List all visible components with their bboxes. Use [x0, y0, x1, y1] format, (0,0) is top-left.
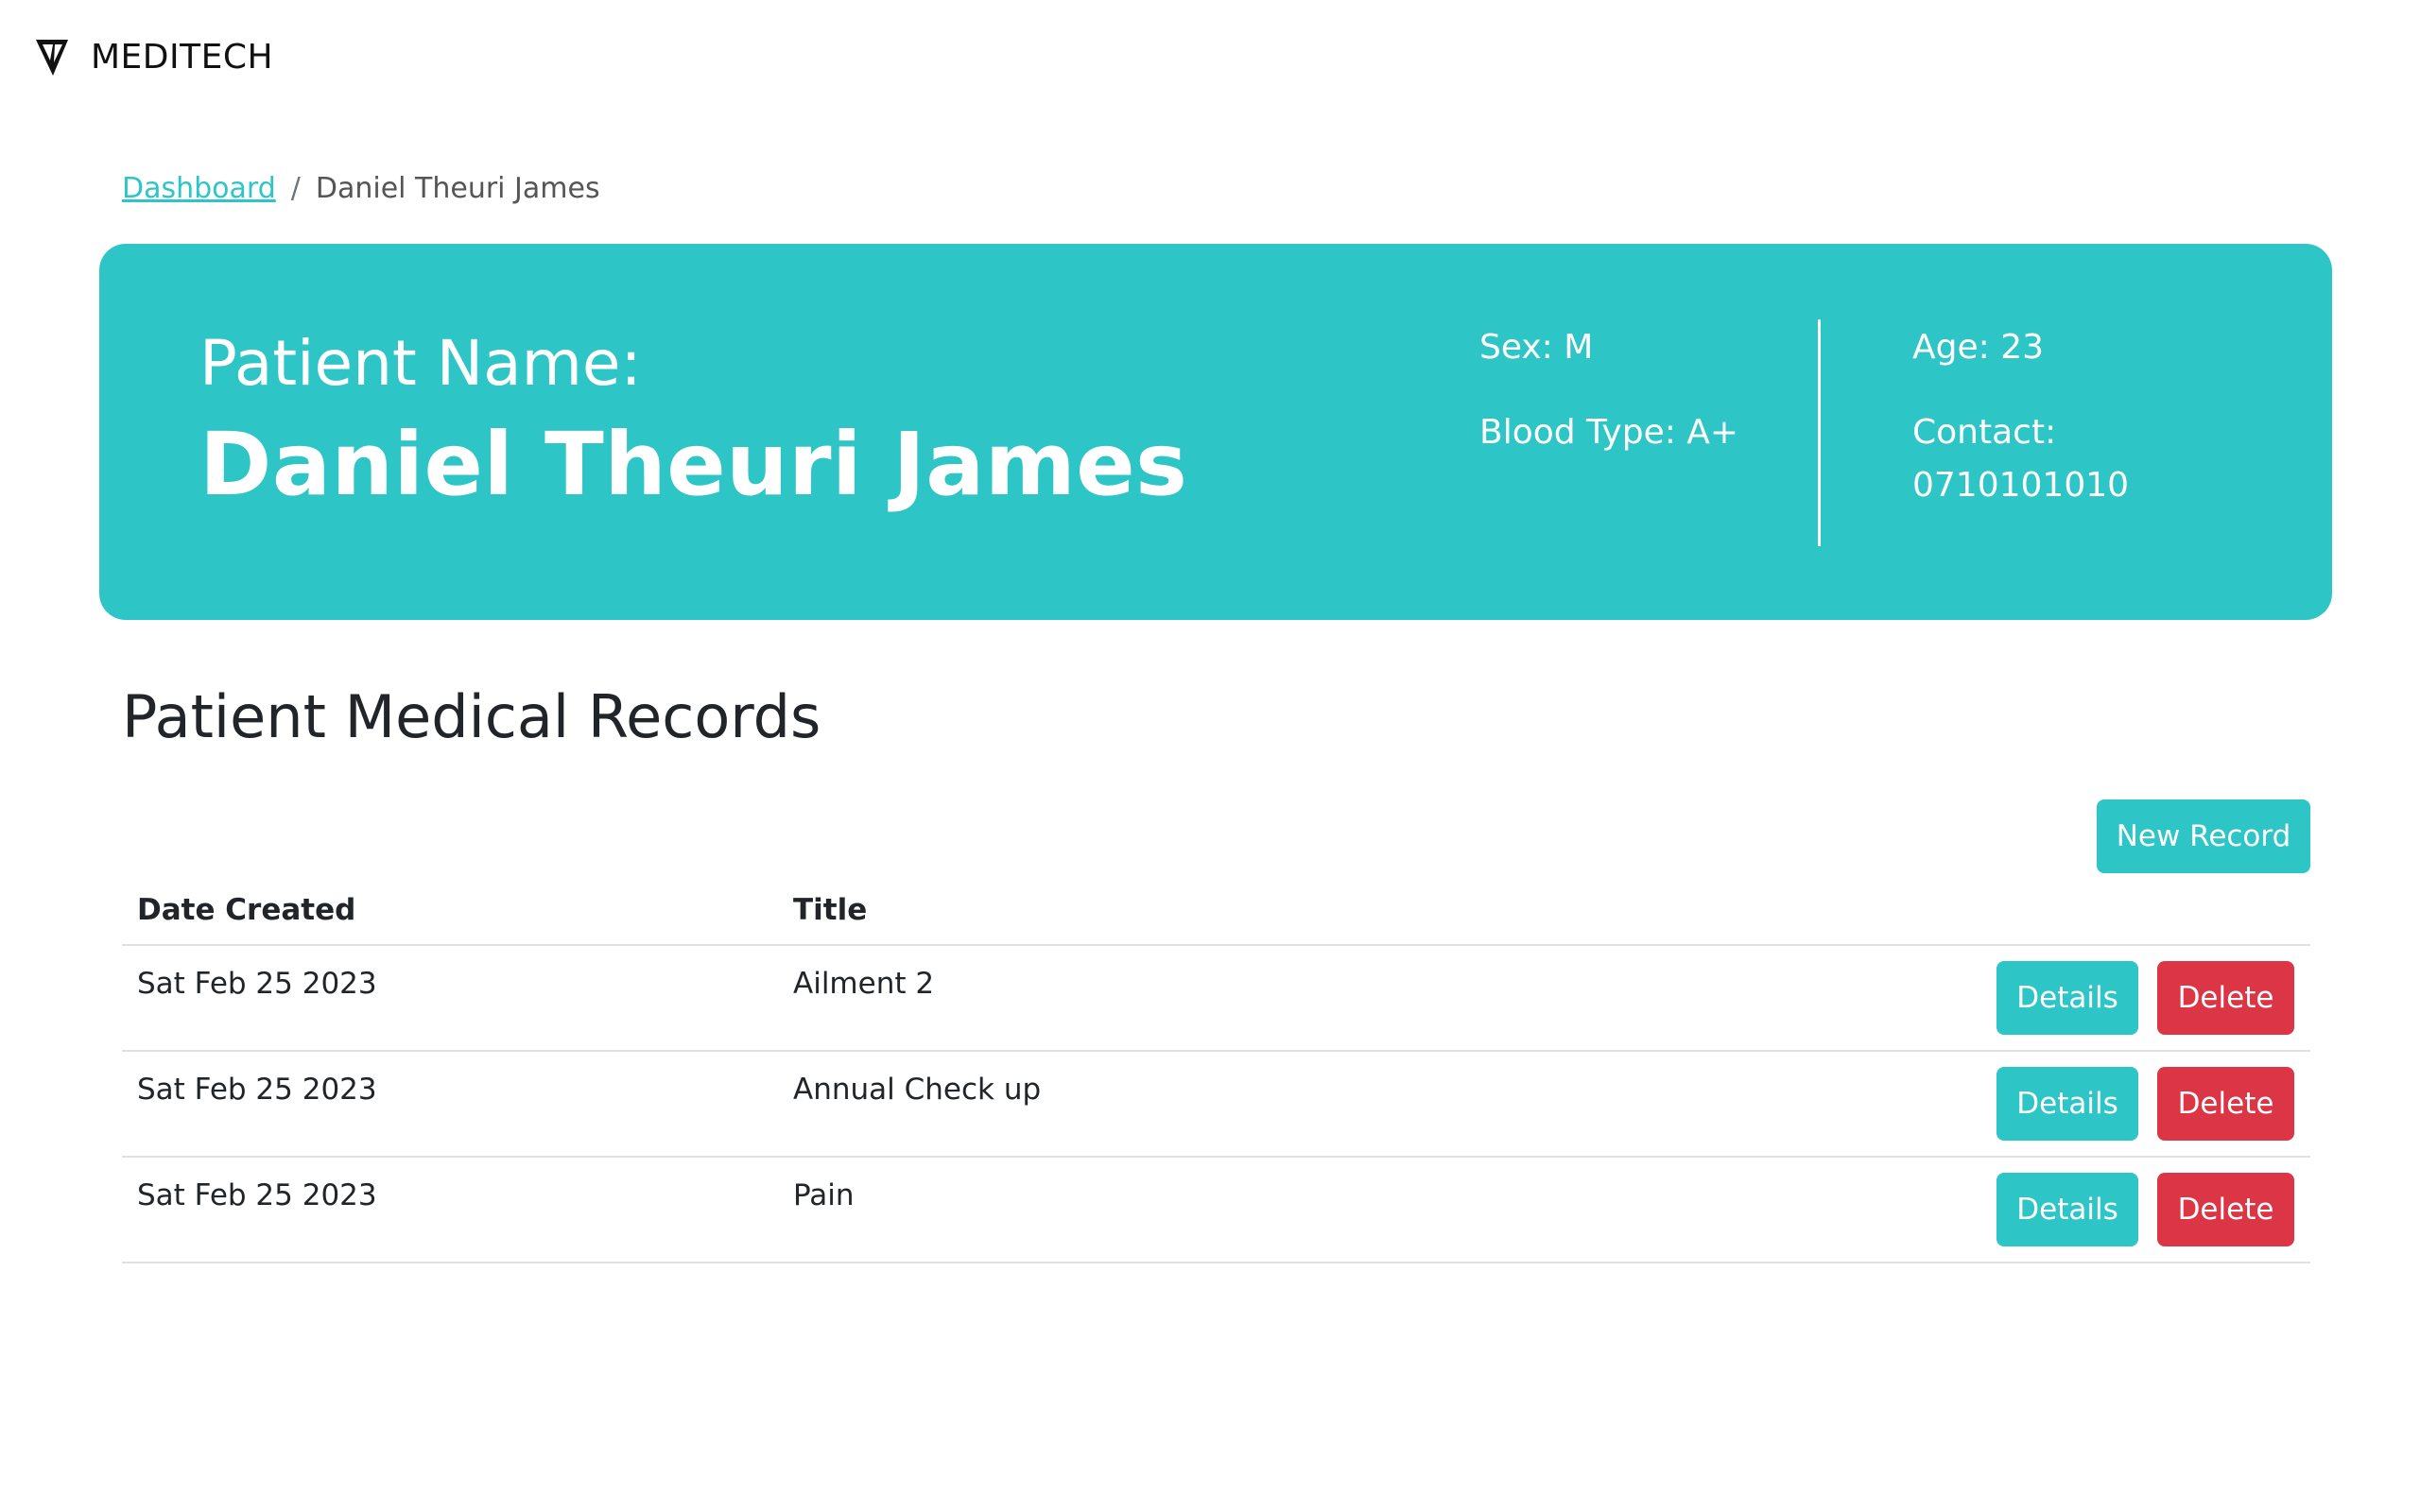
delete-button[interactable]: Delete: [2157, 1067, 2294, 1141]
record-title: Ailment 2: [793, 967, 935, 1001]
patient-sex: Sex: M: [1479, 328, 1594, 367]
patient-contact: Contact: 0710101010: [1912, 406, 2129, 512]
breadcrumb-separator: /: [290, 172, 301, 205]
column-header-date-created: Date Created: [137, 893, 356, 927]
record-date: Sat Feb 25 2023: [137, 1073, 377, 1107]
patient-blood-type: Blood Type: A+: [1479, 413, 1739, 452]
column-header-title: Title: [793, 893, 868, 927]
details-button[interactable]: Details: [1996, 1067, 2138, 1141]
record-date: Sat Feb 25 2023: [137, 967, 377, 1001]
table-row: Sat Feb 25 2023 Annual Check up Details …: [122, 1052, 2310, 1158]
table-row: Sat Feb 25 2023 Pain Details Delete: [122, 1158, 2310, 1263]
delete-button[interactable]: Delete: [2157, 961, 2294, 1035]
patient-name-label: Patient Name:: [199, 327, 642, 400]
new-record-button[interactable]: New Record: [2097, 799, 2310, 873]
table-row: Sat Feb 25 2023 Ailment 2 Details Delete: [122, 946, 2310, 1052]
details-button[interactable]: Details: [1996, 961, 2138, 1035]
breadcrumb-current: Daniel Theuri James: [315, 172, 600, 205]
breadcrumb-dashboard-link[interactable]: Dashboard: [122, 172, 276, 205]
records-table: Date Created Title Sat Feb 25 2023 Ailme…: [122, 884, 2310, 1263]
brand-name[interactable]: MEDITECH: [91, 38, 273, 77]
patient-contact-value: 0710101010: [1912, 466, 2130, 505]
record-title: Pain: [793, 1178, 855, 1212]
records-section-title: Patient Medical Records: [122, 682, 821, 751]
patient-age: Age: 23: [1912, 328, 2045, 367]
delete-button[interactable]: Delete: [2157, 1173, 2294, 1246]
navbar: MEDITECH: [34, 28, 273, 85]
patient-contact-label: Contact:: [1912, 413, 2057, 452]
meditech-logo-icon[interactable]: [34, 36, 70, 77]
details-button[interactable]: Details: [1996, 1173, 2138, 1246]
record-date: Sat Feb 25 2023: [137, 1178, 377, 1212]
table-header: Date Created Title: [122, 884, 2310, 946]
breadcrumb: Dashboard / Daniel Theuri James: [122, 172, 600, 205]
patient-name: Daniel Theuri James: [199, 414, 1188, 515]
record-title: Annual Check up: [793, 1073, 1042, 1107]
patient-header-card: Patient Name: Daniel Theuri James Sex: M…: [99, 244, 2332, 620]
info-divider: [1818, 319, 1821, 546]
